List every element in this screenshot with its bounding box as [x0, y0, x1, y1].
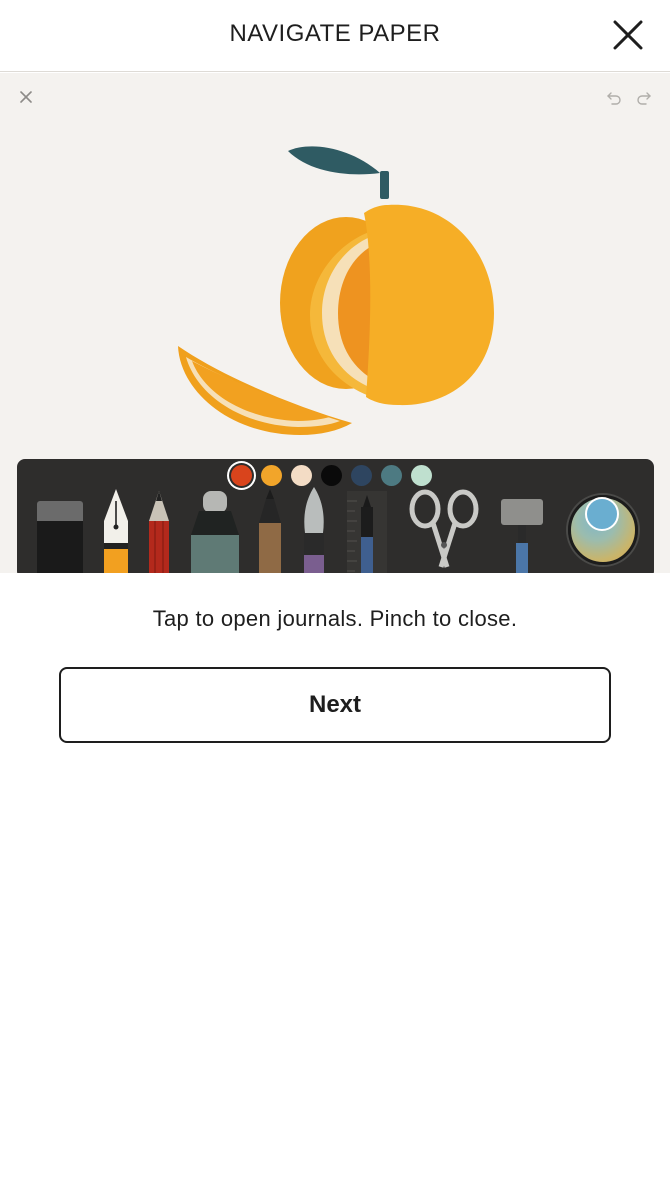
swatch-orange[interactable] — [261, 465, 282, 486]
fill-roller-tool-icon[interactable] — [499, 487, 545, 573]
orange-illustration — [178, 146, 494, 435]
fountain-pen-tool-icon[interactable] — [101, 487, 131, 573]
swatch-navy[interactable] — [351, 465, 372, 486]
eraser-tool-icon[interactable] — [35, 487, 85, 573]
close-icon[interactable] — [18, 89, 34, 105]
stem-shape — [380, 171, 389, 199]
swatch-red[interactable] — [231, 465, 252, 486]
swatch-teal[interactable] — [381, 465, 402, 486]
drawing-canvas[interactable] — [0, 73, 670, 573]
close-icon[interactable] — [612, 18, 644, 52]
undo-icon[interactable] — [606, 89, 622, 105]
tool-tray — [17, 459, 654, 573]
header: NAVIGATE PAPER — [0, 0, 670, 72]
next-button[interactable]: Next — [59, 667, 611, 743]
fineliner-tool-icon[interactable] — [255, 487, 285, 573]
color-swatches — [231, 465, 432, 486]
watercolor-brush-tool-icon[interactable] — [299, 487, 329, 573]
marker-tool-icon[interactable] — [189, 487, 241, 573]
orange-front — [364, 204, 494, 406]
swatch-black[interactable] — [321, 465, 342, 486]
swatch-cream[interactable] — [291, 465, 312, 486]
page-title: NAVIGATE PAPER — [229, 20, 441, 47]
redo-icon[interactable] — [636, 89, 652, 105]
scissors-tool-icon[interactable] — [407, 487, 481, 573]
leaf-shape — [288, 146, 380, 175]
pencil-tool-icon[interactable] — [145, 487, 173, 573]
instruction-text: Tap to open journals. Pinch to close. — [152, 606, 518, 631]
tools-row — [17, 487, 654, 573]
swatch-mint[interactable] — [411, 465, 432, 486]
ruler-pen-tool-icon[interactable] — [345, 487, 389, 573]
